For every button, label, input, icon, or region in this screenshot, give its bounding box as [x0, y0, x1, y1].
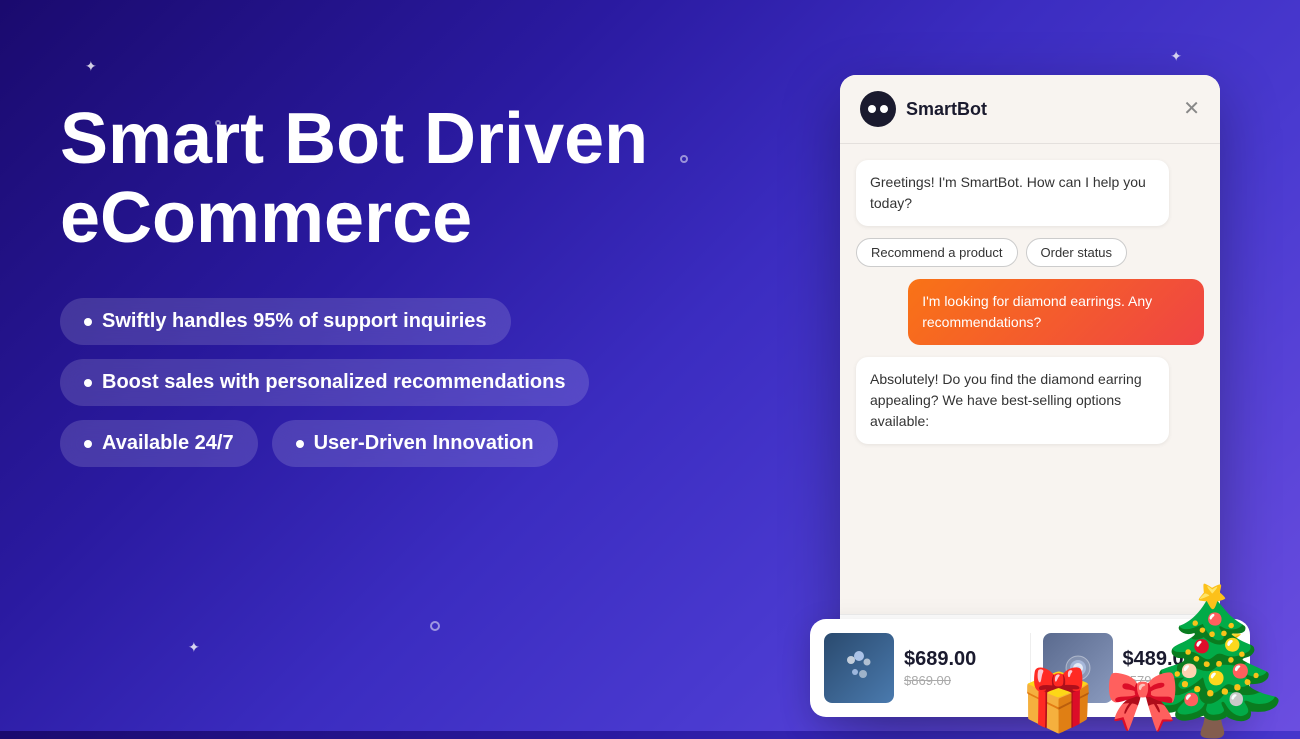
feature-text-3: Available 24/7	[102, 432, 234, 455]
bot-response-text: Absolutely! Do you find the diamond earr…	[870, 371, 1142, 429]
product-original-price-1: $869.00	[904, 673, 976, 688]
chat-header-left: SmartBot	[860, 91, 987, 127]
sparkle-decoration-3: ✦	[188, 639, 200, 656]
product-price-block-1: $689.00 $869.00	[904, 648, 976, 688]
gift-1: 🎁	[1021, 671, 1096, 731]
bullet-icon-2	[84, 379, 92, 387]
main-title: Smart Bot Driven eCommerce	[60, 100, 700, 258]
user-message-text: I'm looking for diamond earrings. Any re…	[922, 293, 1152, 330]
bullet-icon-1	[84, 318, 92, 326]
product-current-price-1: $689.00	[904, 648, 976, 671]
feature-text-1: Swiftly handles 95% of support inquiries	[102, 310, 487, 333]
chat-header: SmartBot ✕	[840, 75, 1220, 144]
feature-item-4: User-Driven Innovation	[272, 420, 558, 467]
bullet-icon-4	[296, 440, 304, 448]
bot-eye-right	[880, 105, 888, 113]
quick-reply-recommend[interactable]: Recommend a product	[856, 238, 1018, 267]
bullet-icon-3	[84, 440, 92, 448]
gift-2: 🎀	[1105, 671, 1180, 731]
circle-decoration-3	[430, 621, 440, 631]
feature-text-2: Boost sales with personalized recommenda…	[102, 371, 565, 394]
feature-item-3: Available 24/7	[60, 420, 258, 467]
close-button[interactable]: ✕	[1183, 99, 1200, 119]
chat-bot-name: SmartBot	[906, 99, 987, 120]
product-image-1	[824, 633, 894, 703]
feature-item-1: Swiftly handles 95% of support inquiries	[60, 298, 511, 345]
user-message: I'm looking for diamond earrings. Any re…	[908, 279, 1204, 345]
bot-eye-left	[868, 105, 876, 113]
greeting-text: Greetings! I'm SmartBot. How can I help …	[870, 174, 1146, 211]
bot-avatar	[860, 91, 896, 127]
sparkle-decoration-2: ✦	[1170, 48, 1182, 65]
quick-replies: Recommend a product Order status	[856, 238, 1204, 267]
product-card-1: $689.00 $869.00	[824, 633, 1018, 703]
gifts-decoration: 🎁 🎀	[1021, 671, 1180, 731]
diamond-earring-svg-1	[839, 648, 879, 688]
bot-eyes	[868, 105, 888, 113]
features-row: Available 24/7 User-Driven Innovation	[60, 420, 700, 467]
feature-item-2: Boost sales with personalized recommenda…	[60, 359, 589, 406]
bot-greeting-message: Greetings! I'm SmartBot. How can I help …	[856, 160, 1169, 226]
features-list: Swiftly handles 95% of support inquiries…	[60, 298, 700, 467]
feature-text-4: User-Driven Innovation	[314, 432, 534, 455]
chat-body: Greetings! I'm SmartBot. How can I help …	[840, 144, 1220, 544]
title-line-1: Smart Bot Driven	[60, 99, 648, 179]
quick-reply-order-status[interactable]: Order status	[1026, 238, 1128, 267]
title-line-2: eCommerce	[60, 178, 472, 258]
left-content: Smart Bot Driven eCommerce Swiftly handl…	[60, 100, 700, 467]
bot-response-message: Absolutely! Do you find the diamond earr…	[856, 357, 1169, 444]
sparkle-decoration-1: ✦	[85, 58, 97, 75]
